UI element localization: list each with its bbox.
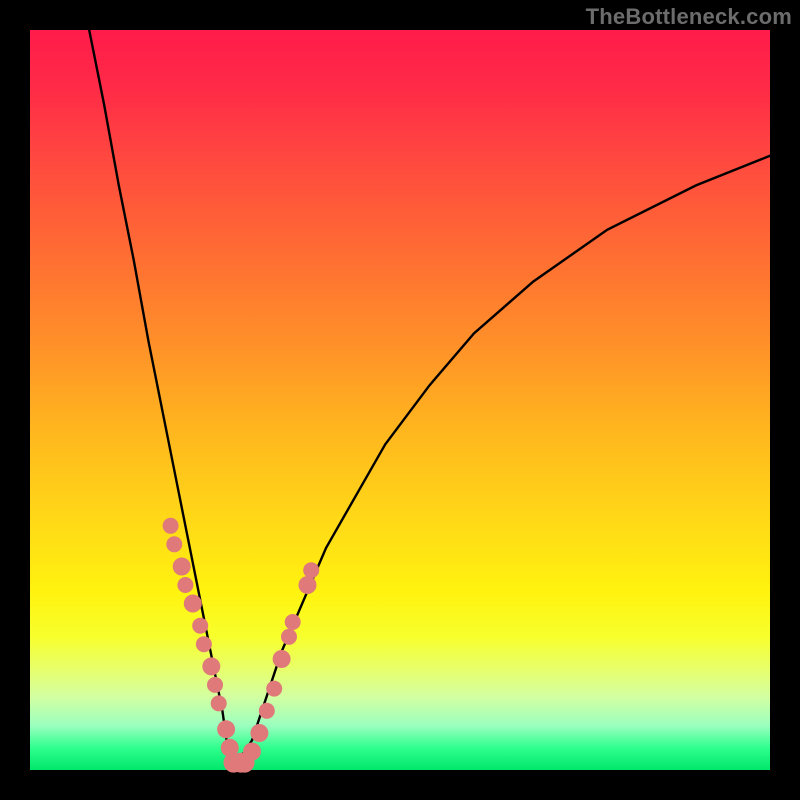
curve-marker [266, 681, 282, 697]
bottleneck-curve [89, 30, 770, 763]
curve-marker [281, 629, 297, 645]
curve-marker [184, 595, 202, 613]
curve-marker [303, 562, 319, 578]
curve-marker [243, 743, 261, 761]
watermark-text: TheBottleneck.com [586, 4, 792, 30]
marker-group [163, 518, 320, 773]
curve-marker [202, 657, 220, 675]
curve-layer [30, 30, 770, 770]
curve-marker [192, 618, 208, 634]
curve-marker [177, 577, 193, 593]
curve-marker [173, 558, 191, 576]
curve-marker [211, 695, 227, 711]
plot-area [30, 30, 770, 770]
curve-marker [299, 576, 317, 594]
chart-frame: TheBottleneck.com [0, 0, 800, 800]
curve-marker [285, 614, 301, 630]
curve-marker [217, 720, 235, 738]
curve-marker [250, 724, 268, 742]
curve-marker [273, 650, 291, 668]
curve-marker [207, 677, 223, 693]
curve-marker [196, 636, 212, 652]
curve-marker [259, 703, 275, 719]
curve-marker [166, 536, 182, 552]
curve-marker [163, 518, 179, 534]
